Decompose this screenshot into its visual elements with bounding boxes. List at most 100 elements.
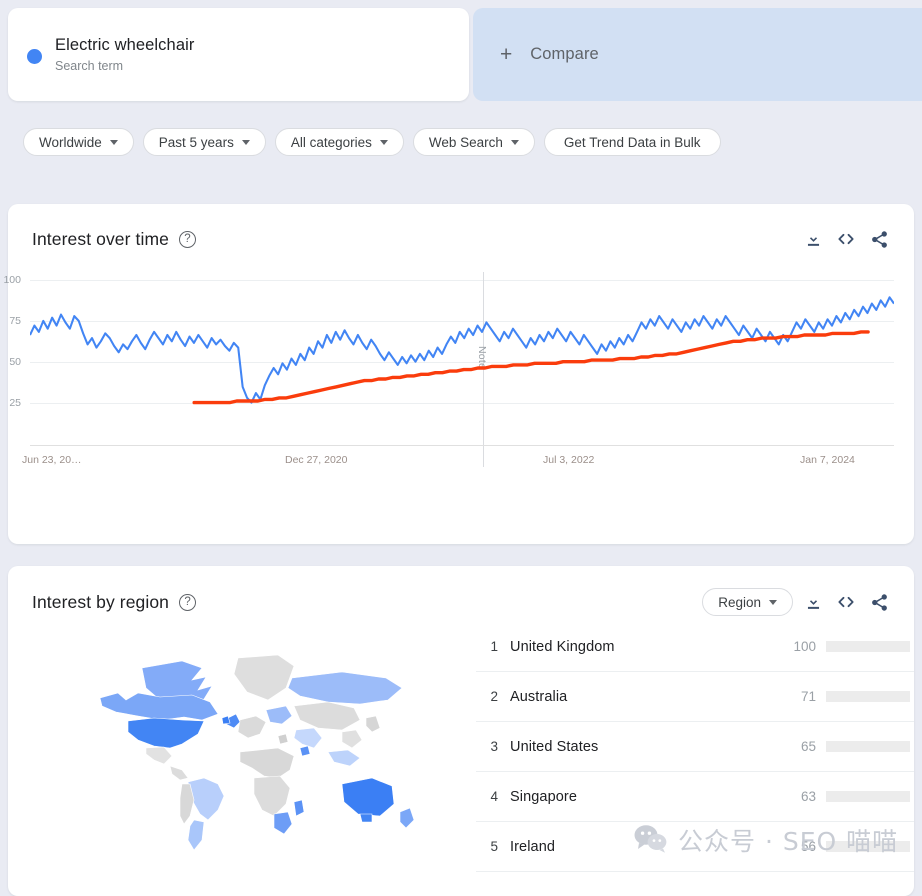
- list-item[interactable]: 1 United Kingdom 100: [476, 622, 914, 672]
- region-list: 1 United Kingdom 100 2 Australia 71 3 Un…: [476, 622, 914, 890]
- region-bar: [826, 691, 910, 702]
- map-region-indonesia: [328, 750, 360, 766]
- region-rank: 2: [476, 689, 498, 704]
- interest-over-time-card: Interest over time ?: [8, 204, 914, 544]
- y-axis-tick: 50: [9, 356, 30, 368]
- map-region-madagascar: [294, 800, 304, 816]
- x-axis-tick: Jan 7, 2024: [800, 454, 855, 466]
- region-rank: 4: [476, 789, 498, 804]
- map-region-southeast-asia: [342, 730, 362, 748]
- chevron-down-icon: [769, 600, 777, 605]
- search-term-text: Electric wheelchair Search term: [55, 34, 194, 75]
- interest-by-region-header: Interest by region ? Region: [8, 566, 914, 616]
- compare-label: Compare: [530, 45, 599, 64]
- map-region-greenland: [234, 655, 294, 700]
- filter-bar: Worldwide Past 5 years All categories We…: [0, 101, 922, 164]
- filter-category-label: All categories: [291, 135, 372, 150]
- region-name: Ireland: [510, 839, 801, 855]
- region-value: 65: [801, 739, 816, 754]
- list-item[interactable]: 4 Singapore 63: [476, 772, 914, 822]
- map-region-eastern-europe: [266, 706, 292, 724]
- embed-icon[interactable]: [833, 226, 859, 252]
- share-icon[interactable]: [866, 226, 892, 252]
- world-map[interactable]: [8, 622, 476, 890]
- list-item[interactable]: 3 United States 65: [476, 722, 914, 772]
- chart-plot-area: [30, 280, 894, 445]
- map-region-new-zealand: [400, 808, 414, 828]
- filter-location[interactable]: Worldwide: [23, 128, 134, 156]
- region-value: 100: [793, 639, 816, 654]
- chevron-down-icon: [511, 140, 519, 145]
- help-icon[interactable]: ?: [179, 231, 196, 248]
- map-region-central-asia-china: [294, 702, 360, 730]
- map-region-sri-lanka: [300, 746, 310, 756]
- region-scope-select[interactable]: Region: [702, 588, 793, 616]
- search-term-card[interactable]: Electric wheelchair Search term: [8, 8, 469, 101]
- x-axis-tick: Jun 23, 20…: [22, 454, 82, 466]
- help-icon[interactable]: ?: [179, 594, 196, 611]
- page-title: Interest over time: [32, 229, 169, 250]
- download-icon[interactable]: [800, 589, 826, 615]
- share-icon[interactable]: [866, 589, 892, 615]
- list-item[interactable]: 5 Ireland 56: [476, 822, 914, 872]
- section-title: Interest by region: [32, 592, 169, 613]
- x-axis-tick: Dec 27, 2020: [285, 454, 347, 466]
- region-rank: 3: [476, 739, 498, 754]
- region-rank: 1: [476, 639, 498, 654]
- region-bar: [826, 791, 910, 802]
- y-axis-tick: 75: [9, 315, 30, 327]
- x-axis-tick: Jul 3, 2022: [543, 454, 594, 466]
- region-name: Singapore: [510, 789, 801, 805]
- search-term-subtitle: Search term: [55, 57, 194, 75]
- map-region-argentina: [188, 820, 204, 850]
- map-region-japan: [366, 716, 380, 732]
- region-bar: [826, 841, 910, 852]
- region-name: Australia: [510, 689, 801, 705]
- map-region-india: [294, 728, 322, 748]
- region-name: United Kingdom: [510, 639, 793, 655]
- filter-search-type-label: Web Search: [429, 135, 503, 150]
- chevron-down-icon: [110, 140, 118, 145]
- map-region-tasmania: [360, 814, 372, 822]
- region-scope-label: Region: [718, 595, 761, 610]
- interest-by-region-card: Interest by region ? Region: [8, 566, 914, 896]
- map-region-central-africa: [254, 776, 290, 816]
- embed-icon[interactable]: [833, 589, 859, 615]
- series-line-interest: [30, 297, 894, 402]
- filter-search-type[interactable]: Web Search: [413, 128, 535, 156]
- interest-over-time-chart[interactable]: 100 75 50 25 Note Jun 23, 20… Dec 27, 20…: [30, 280, 894, 445]
- chevron-down-icon: [242, 140, 250, 145]
- map-region-north-africa: [240, 748, 294, 778]
- series-line-trend: [194, 332, 868, 403]
- map-region-europe-central: [238, 716, 266, 738]
- download-icon[interactable]: [800, 226, 826, 252]
- region-value: 63: [801, 789, 816, 804]
- interest-by-region-body: 1 United Kingdom 100 2 Australia 71 3 Un…: [8, 622, 914, 890]
- search-term-title: Electric wheelchair: [55, 34, 194, 56]
- interest-over-time-header: Interest over time ?: [8, 204, 914, 252]
- chevron-down-icon: [380, 140, 388, 145]
- map-region-russia: [288, 672, 402, 704]
- region-name: United States: [510, 739, 801, 755]
- list-item[interactable]: 2 Australia 71: [476, 672, 914, 722]
- map-region-mexico: [146, 747, 172, 764]
- region-value: 71: [801, 689, 816, 704]
- map-region-south-africa: [274, 812, 292, 834]
- filter-time-range[interactable]: Past 5 years: [143, 128, 266, 156]
- search-term-row: Electric wheelchair Search term + Compar…: [0, 0, 922, 101]
- map-region-ireland: [222, 716, 230, 724]
- filter-category[interactable]: All categories: [275, 128, 404, 156]
- get-trend-data-in-bulk-label: Get Trend Data in Bulk: [564, 135, 701, 150]
- region-bar: [826, 641, 910, 652]
- series-color-dot: [27, 49, 42, 64]
- map-region-australia: [342, 778, 394, 816]
- y-axis-tick: 25: [9, 397, 30, 409]
- filter-location-label: Worldwide: [39, 135, 102, 150]
- x-axis-line: [30, 445, 894, 446]
- region-value: 56: [801, 839, 816, 854]
- filter-time-range-label: Past 5 years: [159, 135, 234, 150]
- plus-icon: +: [500, 44, 512, 65]
- get-trend-data-in-bulk-button[interactable]: Get Trend Data in Bulk: [544, 128, 721, 156]
- compare-button[interactable]: + Compare: [473, 8, 922, 101]
- y-axis-tick: 100: [3, 274, 30, 286]
